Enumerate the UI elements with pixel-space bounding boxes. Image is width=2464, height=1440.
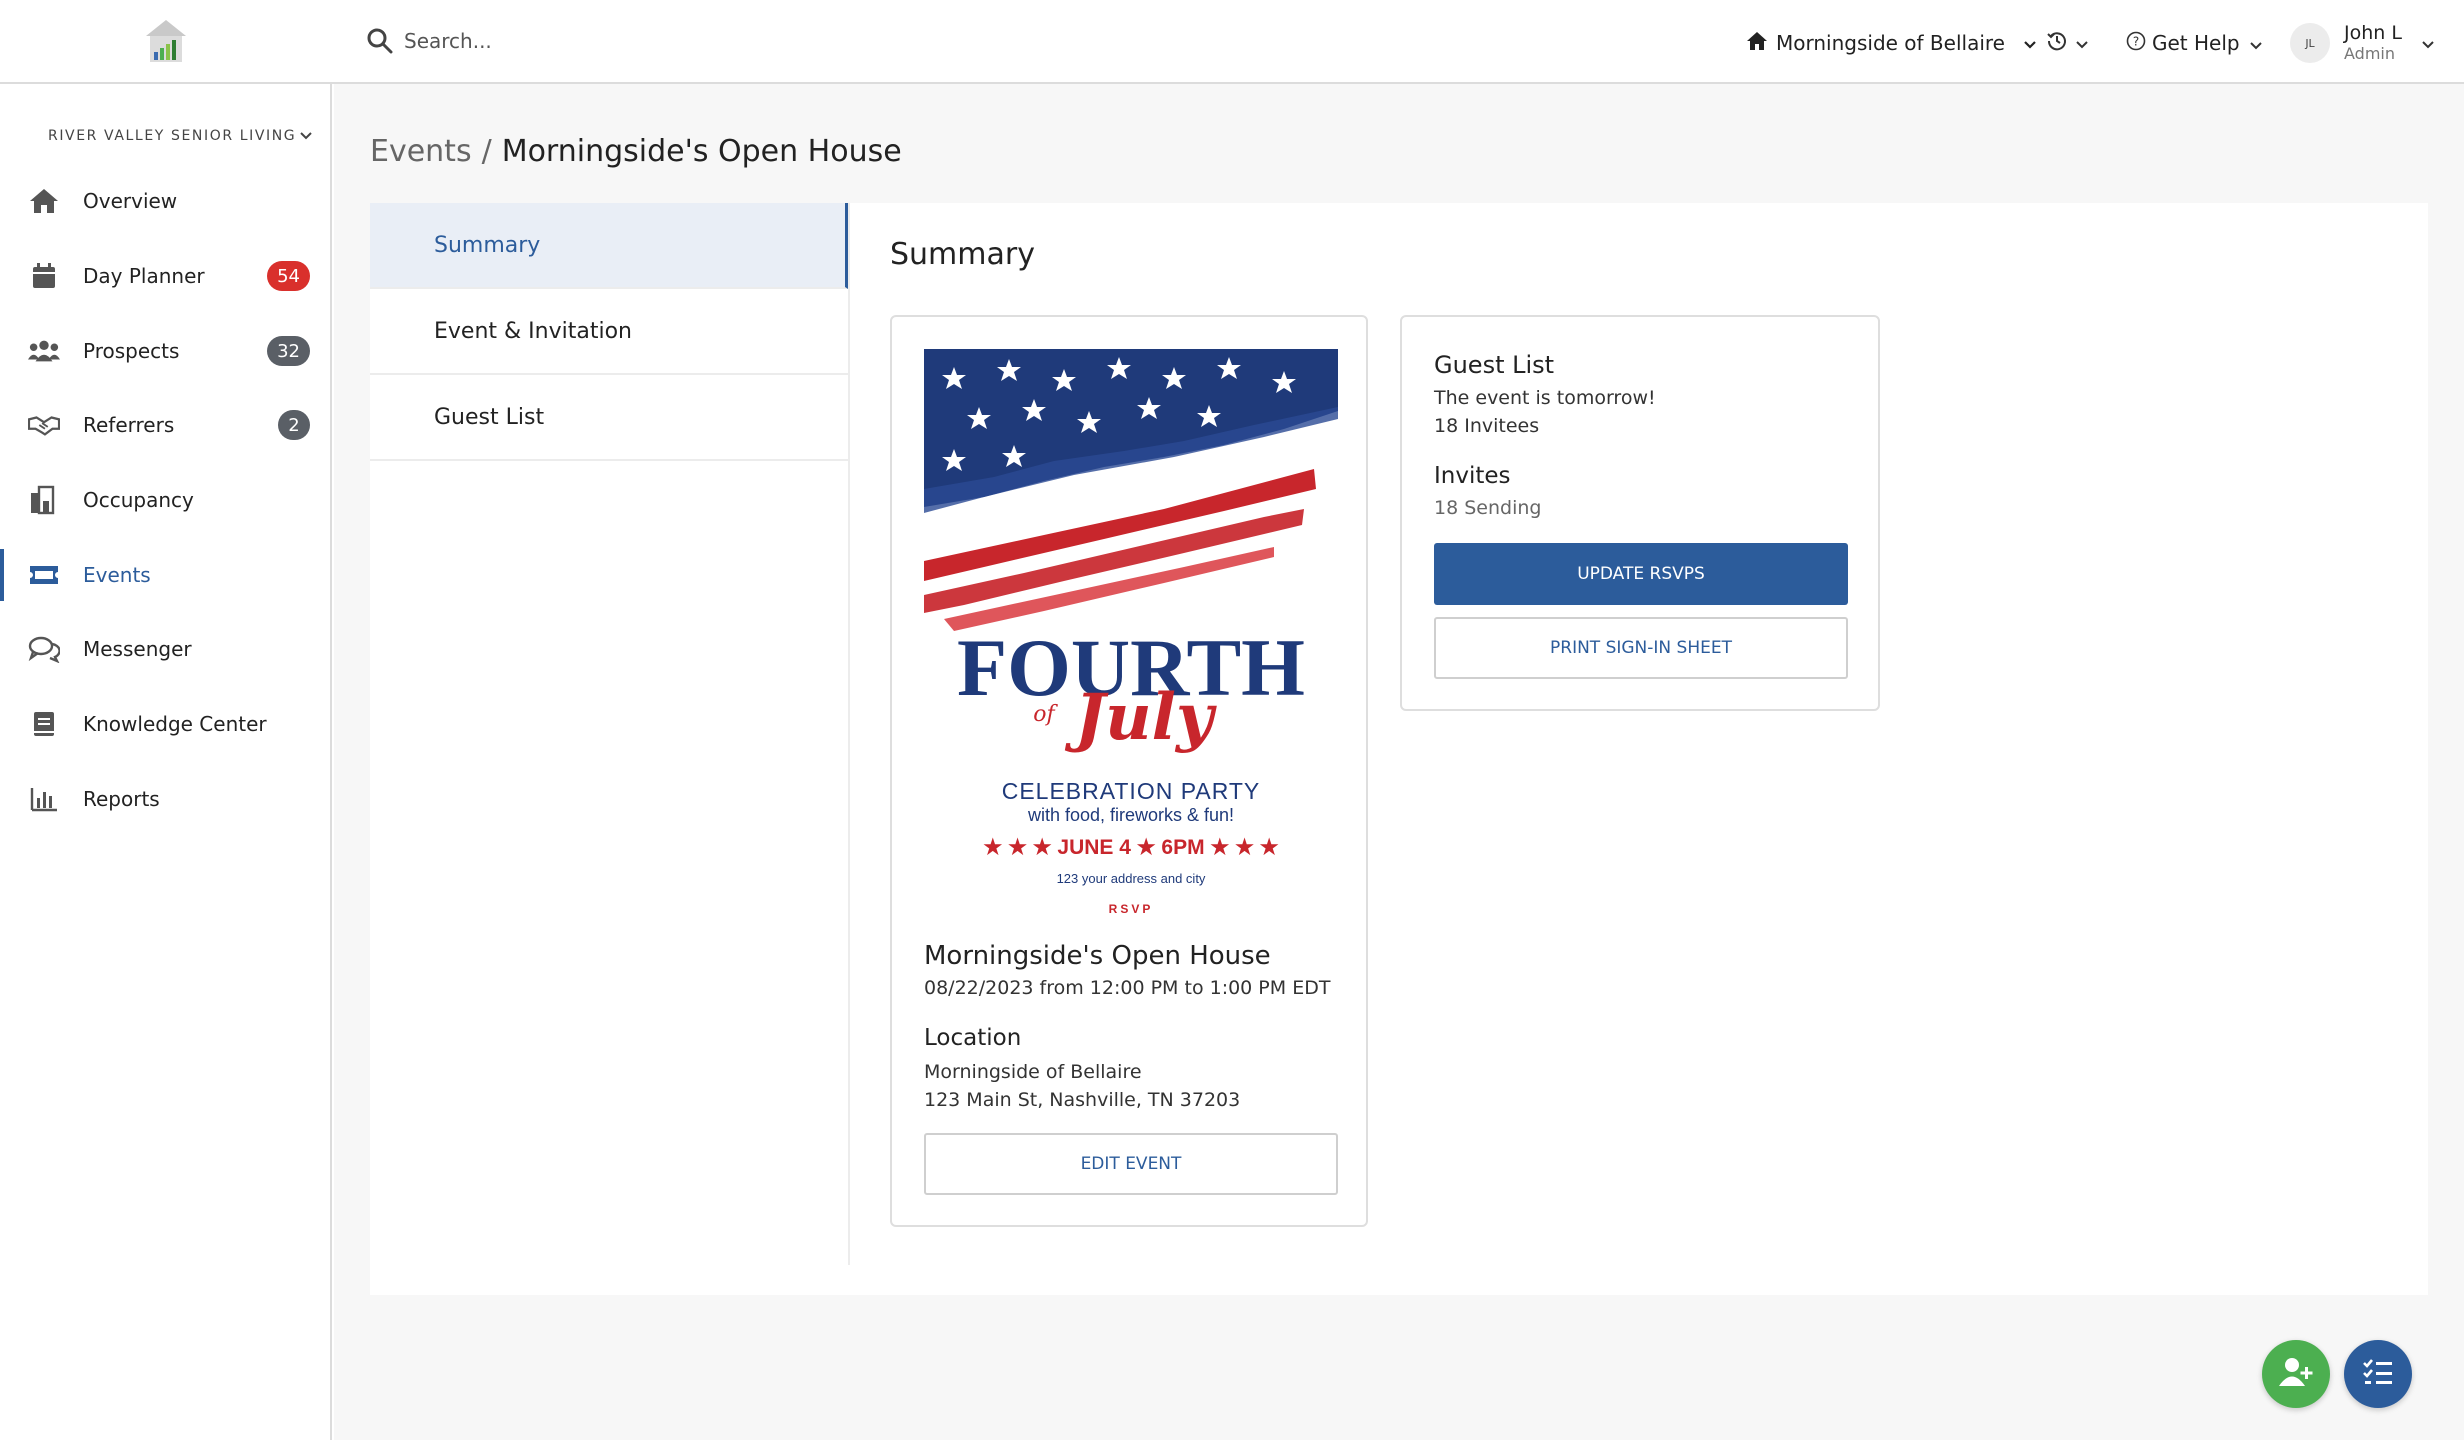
community-name: Morningside of Bellaire xyxy=(1776,31,2005,55)
sidebar-item-label: Events xyxy=(83,563,151,587)
section-title: Summary xyxy=(890,237,1035,272)
top-header: Morningside of Bellaire ? Get Help JL Jo… xyxy=(0,0,2464,84)
sidebar-item-prospects[interactable]: Prospects 32 xyxy=(0,321,330,381)
add-person-icon xyxy=(2278,1357,2314,1391)
invites-heading: Invites xyxy=(1434,463,1511,489)
bar-chart-icon xyxy=(28,783,60,815)
search-icon xyxy=(366,27,394,55)
task-list-button[interactable] xyxy=(2344,1340,2412,1408)
page-title: Morningside's Open House xyxy=(501,134,902,169)
flyer-headline: CELEBRATION PARTY xyxy=(1002,778,1261,804)
sidebar-item-overview[interactable]: Overview xyxy=(0,171,330,231)
event-subnav: Summary Event & Invitation Guest List xyxy=(370,203,850,1265)
get-help-button[interactable]: ? Get Help xyxy=(2126,26,2262,60)
calendar-icon xyxy=(28,260,60,292)
sidebar: RIVER VALLEY SENIOR LIVING Overview Day … xyxy=(0,84,332,1440)
sidebar-item-events[interactable]: Events xyxy=(0,545,330,605)
guest-list-heading: Guest List xyxy=(1434,351,1555,379)
sidebar-item-label: Knowledge Center xyxy=(83,712,267,736)
people-icon xyxy=(28,335,60,367)
chevron-down-icon xyxy=(2249,31,2262,55)
chevron-down-icon xyxy=(2422,34,2434,53)
count-badge: 2 xyxy=(278,410,310,440)
flyer-date-time: ★ ★ ★ JUNE 4 ★ 6PM ★ ★ ★ xyxy=(983,836,1278,859)
event-flyer-image: FOURTH of July CELEBRATION PARTY with fo… xyxy=(924,349,1338,919)
event-date-time: 08/22/2023 from 12:00 PM to 1:00 PM EDT xyxy=(924,977,1331,999)
invitee-count: 18 Invitees xyxy=(1434,415,1540,437)
sidebar-item-label: Referrers xyxy=(83,413,175,437)
sidebar-item-label: Occupancy xyxy=(83,488,194,512)
sidebar-item-messenger[interactable]: Messenger xyxy=(0,619,330,679)
organization-selector[interactable]: RIVER VALLEY SENIOR LIVING xyxy=(48,128,312,144)
home-icon xyxy=(28,185,60,217)
flyer-address: 123 your address and city xyxy=(1057,871,1206,886)
svg-text:?: ? xyxy=(2133,34,2139,48)
help-label: Get Help xyxy=(2152,31,2240,55)
breadcrumb-separator: / xyxy=(481,134,492,169)
sidebar-item-knowledge-center[interactable]: Knowledge Center xyxy=(0,694,330,754)
location-address: 123 Main St, Nashville, TN 37203 xyxy=(924,1089,1241,1111)
count-badge: 32 xyxy=(267,336,310,366)
chat-icon xyxy=(28,633,60,665)
update-rsvps-button[interactable]: UPDATE RSVPS xyxy=(1434,543,1848,605)
recent-history-button[interactable] xyxy=(2046,26,2088,60)
location-name: Morningside of Bellaire xyxy=(924,1061,1142,1083)
edit-event-button[interactable]: EDIT EVENT xyxy=(924,1133,1338,1195)
user-name: John L xyxy=(2344,21,2402,44)
task-list-icon xyxy=(2362,1358,2394,1390)
sidebar-item-label: Day Planner xyxy=(83,264,205,288)
community-selector[interactable]: Morningside of Bellaire xyxy=(1746,26,2037,60)
sidebar-item-reports[interactable]: Reports xyxy=(0,769,330,829)
main-content: Events / Morningside's Open House Summar… xyxy=(334,84,2464,1440)
sidebar-item-label: Reports xyxy=(83,787,160,811)
sidebar-item-label: Messenger xyxy=(83,637,192,661)
building-icon xyxy=(28,484,60,516)
user-role: Admin xyxy=(2344,43,2395,63)
event-card: FOURTH of July CELEBRATION PARTY with fo… xyxy=(890,315,1368,1227)
organization-name: RIVER VALLEY SENIOR LIVING xyxy=(48,128,297,144)
chevron-down-icon xyxy=(300,128,312,144)
event-detail-panel: Summary Event & Invitation Guest List Su… xyxy=(370,203,2428,1295)
chevron-down-icon xyxy=(2076,34,2088,53)
home-icon xyxy=(1746,31,1768,56)
event-status-text: The event is tomorrow! xyxy=(1434,387,1656,409)
event-name: Morningside's Open House xyxy=(924,941,1271,971)
sidebar-item-label: Prospects xyxy=(83,339,180,363)
sidebar-item-referrers[interactable]: Referrers 2 xyxy=(0,395,330,455)
tab-guest-list[interactable]: Guest List xyxy=(370,375,848,461)
help-icon: ? xyxy=(2126,31,2146,56)
chevron-down-icon xyxy=(2023,31,2037,55)
print-sign-in-sheet-button[interactable]: PRINT SIGN-IN SHEET xyxy=(1434,617,1848,679)
history-icon xyxy=(2046,30,2068,56)
user-menu[interactable]: JL John L Admin xyxy=(2290,18,2434,68)
flyer-title-script: July xyxy=(1064,680,1217,755)
count-badge: 54 xyxy=(267,261,310,291)
ticket-icon xyxy=(28,559,60,591)
sidebar-item-day-planner[interactable]: Day Planner 54 xyxy=(0,246,330,306)
invites-sending-count: 18 Sending xyxy=(1434,497,1542,519)
sidebar-item-occupancy[interactable]: Occupancy xyxy=(0,470,330,530)
flyer-tagline: with food, fireworks & fun! xyxy=(1027,805,1234,825)
flyer-rsvp: RSVP xyxy=(1109,902,1154,916)
avatar: JL xyxy=(2290,23,2330,63)
sidebar-item-label: Overview xyxy=(83,189,178,213)
guest-list-card: Guest List The event is tomorrow! 18 Inv… xyxy=(1400,315,1880,711)
add-prospect-button[interactable] xyxy=(2262,1340,2330,1408)
handshake-icon xyxy=(28,409,60,441)
tab-event-invitation[interactable]: Event & Invitation xyxy=(370,289,848,375)
breadcrumb: Events / Morningside's Open House xyxy=(370,134,902,169)
senior-living-house-icon[interactable] xyxy=(142,18,190,66)
book-icon xyxy=(28,708,60,740)
location-heading: Location xyxy=(924,1025,1022,1051)
tab-summary[interactable]: Summary xyxy=(370,203,848,289)
breadcrumb-events-link[interactable]: Events xyxy=(370,134,472,169)
search-input[interactable] xyxy=(404,22,904,60)
